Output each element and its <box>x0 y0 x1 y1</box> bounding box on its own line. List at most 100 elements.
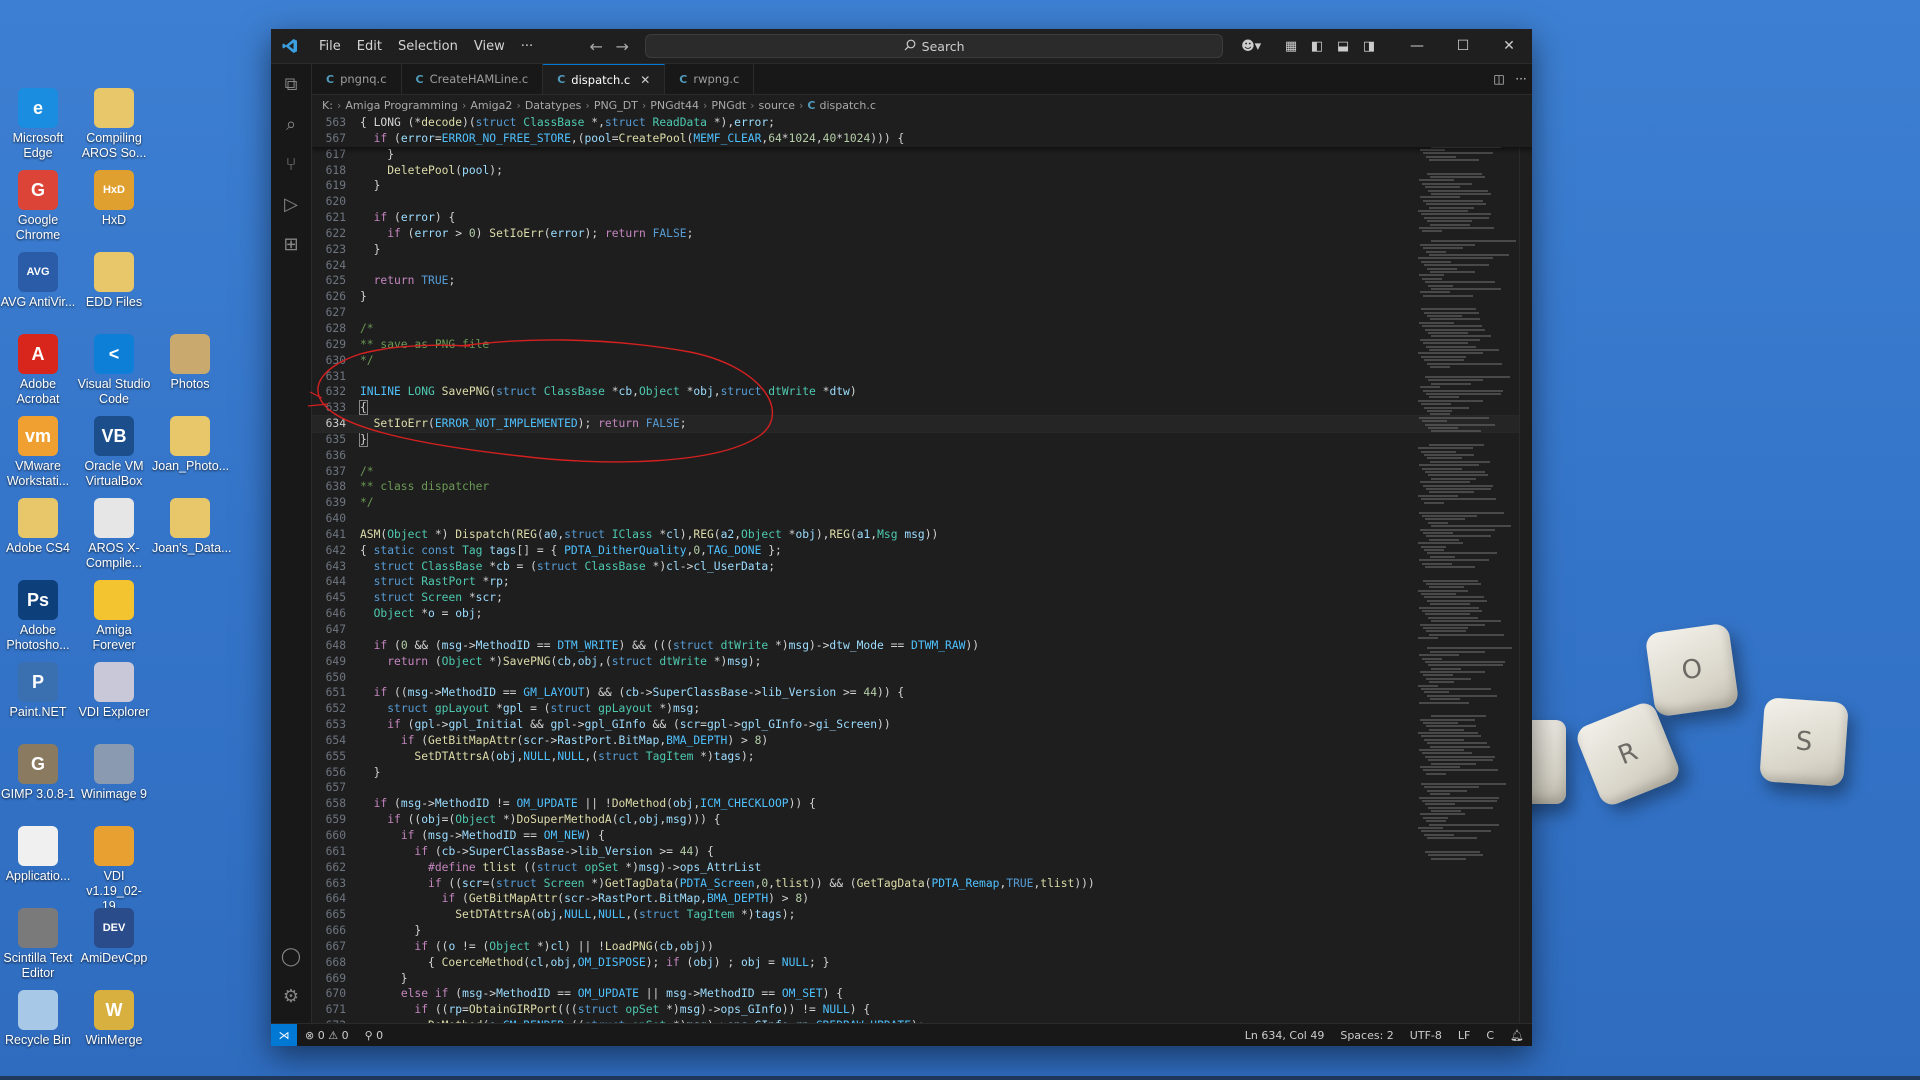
code-line[interactable]: 617 } <box>312 147 1532 163</box>
desktop-icon[interactable]: Amiga Forever <box>76 580 152 653</box>
toggle-sidebar-icon[interactable]: ◧ <box>1304 39 1330 54</box>
breadcrumb-item[interactable]: dispatch.c <box>820 99 876 112</box>
code-line[interactable]: 637 /* <box>312 464 1532 480</box>
code-line[interactable]: 640 <box>312 511 1532 527</box>
desktop-icon[interactable]: Scintilla Text Editor <box>0 908 76 981</box>
code-line[interactable]: 649 return (Object *)SavePNG(cb,obj,(str… <box>312 654 1532 670</box>
desktop-icon[interactable]: Recycle Bin <box>0 990 76 1048</box>
code-line[interactable]: 669 } <box>312 971 1532 987</box>
code-line[interactable]: 670 else if (msg->MethodID == OM_UPDATE … <box>312 986 1532 1002</box>
editor-tab[interactable]: C CreateHAMLine.c <box>402 64 544 94</box>
editor-tab[interactable]: Crwpng.c <box>665 64 755 94</box>
menu-item[interactable]: ··· <box>513 35 541 58</box>
desktop-icon[interactable]: < Visual Studio Code <box>76 334 152 407</box>
desktop-icon[interactable]: Applicatio... <box>0 826 76 884</box>
desktop-icon[interactable]: G Google Chrome <box>0 170 76 243</box>
desktop-icon[interactable]: AVG AVG AntiVir... <box>0 252 76 310</box>
code-line[interactable]: 652 struct gpLayout *gpl = (struct gpLay… <box>312 701 1532 717</box>
code-line[interactable]: 630 */ <box>312 353 1532 369</box>
toggle-panel-icon[interactable]: ⬓ <box>1330 39 1356 54</box>
indentation[interactable]: Spaces: 2 <box>1332 1029 1401 1042</box>
breadcrumb-item[interactable]: K: <box>322 99 333 112</box>
desktop-icon[interactable]: DEV AmiDevCpp <box>76 908 152 966</box>
editor-tab[interactable]: Cdispatch.c ✕ <box>543 64 666 94</box>
accounts-icon[interactable]: ◯ <box>271 936 311 976</box>
breadcrumb-item[interactable]: source <box>758 99 795 112</box>
desktop-icon[interactable]: HxD HxD <box>76 170 152 228</box>
code-line[interactable]: 668 { CoerceMethod(cl,obj,OM_DISPOSE); i… <box>312 955 1532 971</box>
code-line[interactable]: 658 if (msg->MethodID != OM_UPDATE || !D… <box>312 796 1532 812</box>
desktop-icon[interactable]: e Microsoft Edge <box>0 88 76 161</box>
code-line[interactable]: 654 if (GetBitMapAttr(scr->RastPort.BitM… <box>312 733 1532 749</box>
menu-item[interactable]: Edit <box>349 35 390 58</box>
code-line[interactable]: 659 if ((obj=(Object *)DoSuperMethodA(cl… <box>312 812 1532 828</box>
code-line[interactable]: 665 SetDTAttrsA(obj,NULL,NULL,(struct Ta… <box>312 907 1532 923</box>
cursor-position[interactable]: Ln 634, Col 49 <box>1237 1029 1333 1042</box>
breadcrumb-item[interactable]: Datatypes <box>525 99 582 112</box>
tab-close-icon[interactable]: ✕ <box>640 73 650 87</box>
code-editor[interactable]: 563 { LONG (*decode)(struct ClassBase *,s… <box>312 115 1532 1024</box>
code-line[interactable]: 627 <box>312 305 1532 321</box>
desktop-icon[interactable]: A Adobe Acrobat <box>0 334 76 407</box>
search-view-icon[interactable]: ⌕ <box>271 104 311 144</box>
code-line[interactable]: 651 if ((msg->MethodID == GM_LAYOUT) && … <box>312 685 1532 701</box>
code-line[interactable]: 638 ** class dispatcher <box>312 479 1532 495</box>
code-line[interactable]: 643 struct ClassBase *cb = (struct Class… <box>312 559 1532 575</box>
code-line[interactable]: 646 Object *o = obj; <box>312 606 1532 622</box>
desktop-icon[interactable]: VB Oracle VM VirtualBox <box>76 416 152 489</box>
settings-gear-icon[interactable]: ⚙ <box>271 976 311 1016</box>
code-line[interactable]: 629 ** save as PNG file <box>312 337 1532 353</box>
problems-indicator[interactable]: ⊗ 0 ⚠ 0 <box>297 1029 357 1042</box>
code-line[interactable]: 662 #define tlist ((struct opSet *)msg)-… <box>312 860 1532 876</box>
breadcrumb-item[interactable]: PNGdt <box>711 99 746 112</box>
ports-indicator[interactable]: ⚲ 0 <box>357 1029 392 1042</box>
close-icon[interactable]: ✕ <box>1486 38 1532 54</box>
code-line[interactable]: 620 <box>312 194 1532 210</box>
desktop-icon[interactable]: Joan's_Data... <box>152 498 232 556</box>
breadcrumb-item[interactable]: PNG_DT <box>594 99 638 112</box>
desktop-icon[interactable]: G GIMP 3.0.8-1 <box>0 744 76 802</box>
toggle-secondary-sidebar-icon[interactable]: ◨ <box>1356 39 1382 54</box>
code-line[interactable]: 655 SetDTAttrsA(obj,NULL,NULL,(struct Ta… <box>312 749 1532 765</box>
code-line[interactable]: 661 if (cb->SuperClassBase->lib_Version … <box>312 844 1532 860</box>
desktop-icon[interactable]: Ps Adobe Photosho... <box>0 580 76 653</box>
desktop-icon[interactable]: Joan_Photo... <box>152 416 229 474</box>
copilot-icon[interactable]: ☻▾ <box>1233 39 1269 54</box>
code-line[interactable]: 641 ASM(Object *) Dispatch(REG(a0,struct … <box>312 527 1532 543</box>
breadcrumb-item[interactable]: Amiga Programming <box>345 99 458 112</box>
back-arrow-icon[interactable]: ← <box>583 37 609 56</box>
run-debug-icon[interactable]: ▷ <box>271 184 311 224</box>
code-line[interactable]: 650 <box>312 670 1532 686</box>
extensions-icon[interactable]: ⊞ <box>271 224 311 264</box>
customize-layout-icon[interactable]: ▦ <box>1278 39 1304 54</box>
code-line[interactable]: 628 /* <box>312 321 1532 337</box>
code-line[interactable]: 634 SetIoErr(ERROR_NOT_IMPLEMENTED); ret… <box>312 415 1532 433</box>
source-control-icon[interactable]: ⑂ <box>271 144 311 184</box>
desktop-icon[interactable]: EDD Files <box>76 252 152 310</box>
code-line[interactable]: 636 <box>312 448 1532 464</box>
code-line[interactable]: 671 if ((rp=ObtainGIRPort(((struct opSet… <box>312 1002 1532 1018</box>
code-line[interactable]: 656 } <box>312 765 1532 781</box>
menu-item[interactable]: File <box>311 35 349 58</box>
desktop-icon[interactable]: P Paint.NET <box>0 662 76 720</box>
code-line[interactable]: 631 <box>312 369 1532 385</box>
code-line[interactable]: 642 { static const Tag tags[] = { PDTA_Di… <box>312 543 1532 559</box>
code-area[interactable]: 617 } 618 DeletePool(pool); 619 } 620 621 if… <box>312 147 1532 1024</box>
remote-indicator-icon[interactable]: ⋊ <box>271 1024 297 1046</box>
code-line[interactable]: 624 <box>312 258 1532 274</box>
code-line[interactable]: 653 if (gpl->gpl_Initial && gpl->gpl_GIn… <box>312 717 1532 733</box>
maximize-icon[interactable]: ☐ <box>1440 38 1486 54</box>
desktop-icon[interactable]: vm VMware Workstati... <box>0 416 76 489</box>
menu-item[interactable]: Selection <box>390 35 466 58</box>
code-line[interactable]: 663 if ((scr=(struct Screen *)GetTagData… <box>312 876 1532 892</box>
menu-item[interactable]: View <box>466 35 513 58</box>
more-actions-icon[interactable]: ··· <box>1510 72 1532 86</box>
code-line[interactable]: 660 if (msg->MethodID == OM_NEW) { <box>312 828 1532 844</box>
breadcrumb-item[interactable]: PNGdt44 <box>650 99 699 112</box>
code-line[interactable]: 632 INLINE LONG SavePNG(struct ClassBase … <box>312 384 1532 400</box>
code-line[interactable]: 633 { <box>312 400 1532 416</box>
minimap[interactable] <box>1418 115 1518 1024</box>
code-line[interactable]: 618 DeletePool(pool); <box>312 163 1532 179</box>
code-line[interactable]: 644 struct RastPort *rp; <box>312 574 1532 590</box>
code-line[interactable]: 645 struct Screen *scr; <box>312 590 1532 606</box>
